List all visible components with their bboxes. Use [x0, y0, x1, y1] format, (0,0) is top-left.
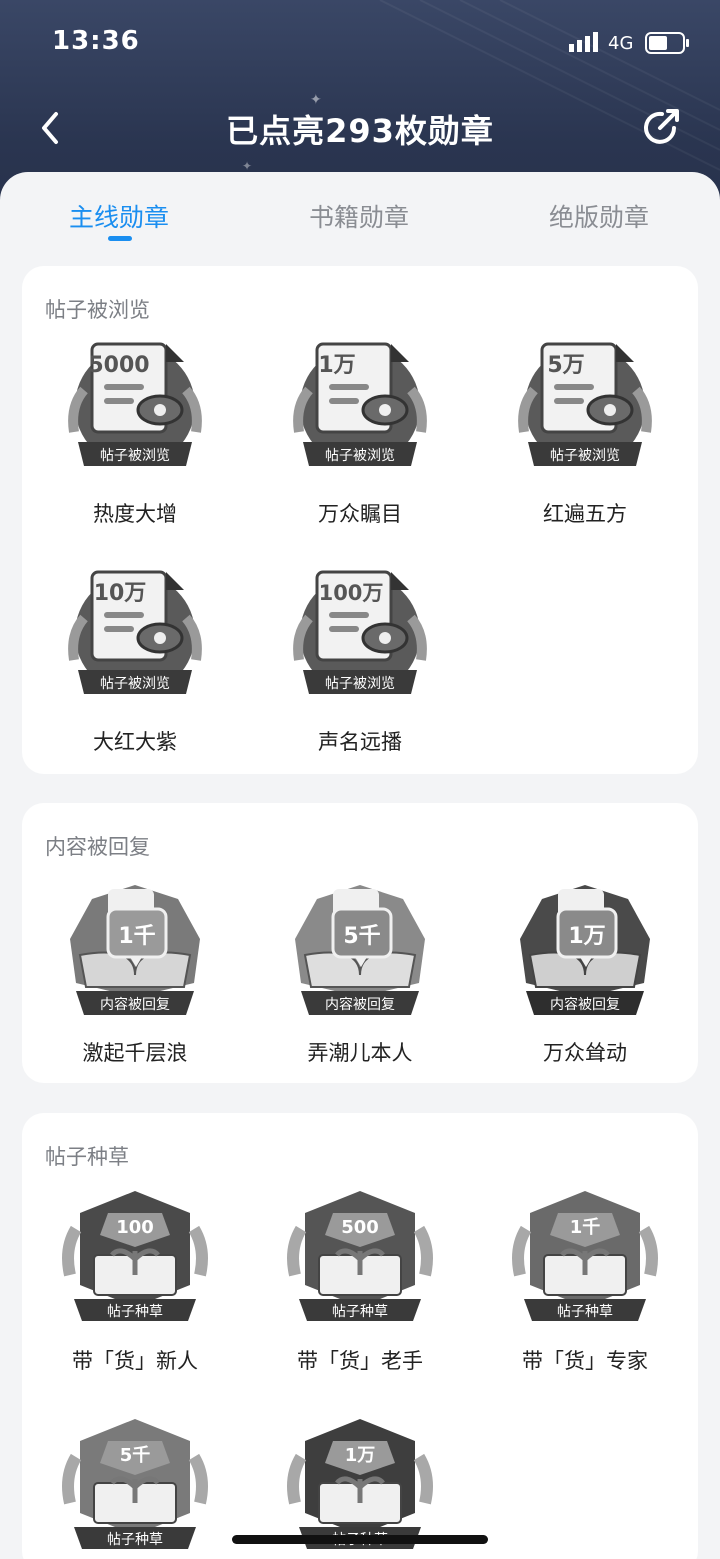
badge-number: 5万: [547, 353, 584, 378]
badge-name: 大红大紫: [93, 730, 177, 754]
tab-bar: 主线勋章 书籍勋章 绝版勋章: [0, 172, 720, 252]
badge-name: 声名远播: [318, 730, 402, 754]
page-title: 已点亮293枚勋章: [226, 112, 494, 150]
badge-number: 1万: [318, 353, 355, 378]
home-indicator[interactable]: [232, 1535, 488, 1544]
status-bar: 13:36 4G: [0, 0, 720, 86]
badge-ribbon: 帖子种草: [107, 1304, 163, 1320]
share-icon[interactable]: [640, 106, 682, 148]
badge-name: 弄潮儿本人: [307, 1041, 413, 1065]
views-badge-icon: 5000 帖子被浏览: [68, 342, 202, 466]
badge-number: 1万: [345, 1445, 376, 1466]
badge-ribbon: 帖子种草: [557, 1304, 613, 1320]
badge-name: 带「货」老手: [297, 1349, 423, 1373]
badge-ribbon: 帖子种草: [332, 1304, 388, 1320]
recommend-badge-icon: 100 帖子种草: [62, 1191, 208, 1321]
badge-name: 激起千层浪: [82, 1041, 188, 1065]
badge-number: 5千: [120, 1445, 151, 1466]
badge-number: 100万: [319, 581, 384, 605]
views-badge-icon: 100万 帖子被浏览: [293, 570, 427, 694]
active-tab-indicator: [108, 236, 132, 241]
replies-badge-icon: 1万 内容被回复: [520, 885, 650, 1015]
badge-ribbon: 内容被回复: [325, 996, 395, 1013]
badge-ribbon: 帖子被浏览: [100, 676, 170, 692]
signal-icon: [569, 32, 598, 52]
section-title: 帖子种草: [45, 1145, 129, 1169]
badge-ribbon: 帖子被浏览: [325, 448, 395, 464]
badge-name: 万众瞩目: [318, 502, 402, 526]
replies-badge-icon: 1千 内容被回复: [70, 885, 200, 1015]
section-content-replies: 内容被回复 1千 内容被回复 激起千层浪 5千 内容被回复 弄潮儿本人 1万 内…: [22, 803, 698, 1083]
views-badge-icon: 10万 帖子被浏览: [68, 570, 202, 694]
section-post-recommend: 帖子种草 100 帖子种草 带「货」新人 500 帖子种草 带「货」老手 1千 …: [22, 1113, 698, 1559]
badge-name: 万众耸动: [543, 1041, 627, 1065]
tab-book-badges[interactable]: 书籍勋章: [309, 198, 409, 234]
badge-ribbon: 帖子被浏览: [100, 448, 170, 464]
badge-ribbon: 帖子被浏览: [550, 448, 620, 464]
badge-name: 带「货」专家: [522, 1349, 648, 1373]
nav-bar: 已点亮293枚勋章: [0, 96, 720, 160]
recommend-badge-icon: 500 帖子种草: [287, 1191, 433, 1321]
svg-text:✦: ✦: [242, 159, 252, 173]
badge-name: 带「货」新人: [72, 1349, 198, 1373]
section-post-views: 帖子被浏览 5000 帖子被浏览 热度大增 1万 帖子被浏览 万众瞩目 5万 帖…: [22, 266, 698, 774]
views-badge-icon: 1万 帖子被浏览: [293, 342, 427, 466]
recommend-badge-icon: 5千 帖子种草: [62, 1419, 208, 1549]
badge-ribbon: 帖子种草: [107, 1532, 163, 1548]
badge-number: 1万: [568, 924, 605, 949]
badge-name: 热度大增: [93, 502, 177, 526]
badge-ribbon: 内容被回复: [550, 996, 620, 1013]
network-label: 4G: [608, 33, 634, 54]
tab-limited-badges[interactable]: 绝版勋章: [549, 198, 649, 234]
recommend-badge-icon: 1千 帖子种草: [512, 1191, 658, 1321]
views-badge-icon: 5万 帖子被浏览: [518, 342, 652, 466]
tab-main-badges[interactable]: 主线勋章: [69, 198, 169, 234]
badge-number: 500: [341, 1217, 379, 1238]
badge-number: 10万: [94, 581, 147, 606]
status-time: 13:36: [52, 26, 140, 56]
badge-number: 5000: [88, 353, 149, 378]
badge-ribbon: 帖子被浏览: [325, 676, 395, 692]
battery-icon: [645, 32, 689, 54]
replies-badge-icon: 5千 内容被回复: [295, 885, 425, 1015]
section-title: 内容被回复: [45, 835, 150, 859]
badge-number: 100: [116, 1217, 154, 1238]
badge-name: 红遍五方: [543, 502, 627, 526]
badge-number: 1千: [118, 924, 155, 949]
section-title: 帖子被浏览: [45, 298, 150, 322]
badge-number: 5千: [343, 924, 380, 949]
badge-number: 1千: [570, 1217, 601, 1238]
badge-ribbon: 内容被回复: [100, 996, 170, 1013]
